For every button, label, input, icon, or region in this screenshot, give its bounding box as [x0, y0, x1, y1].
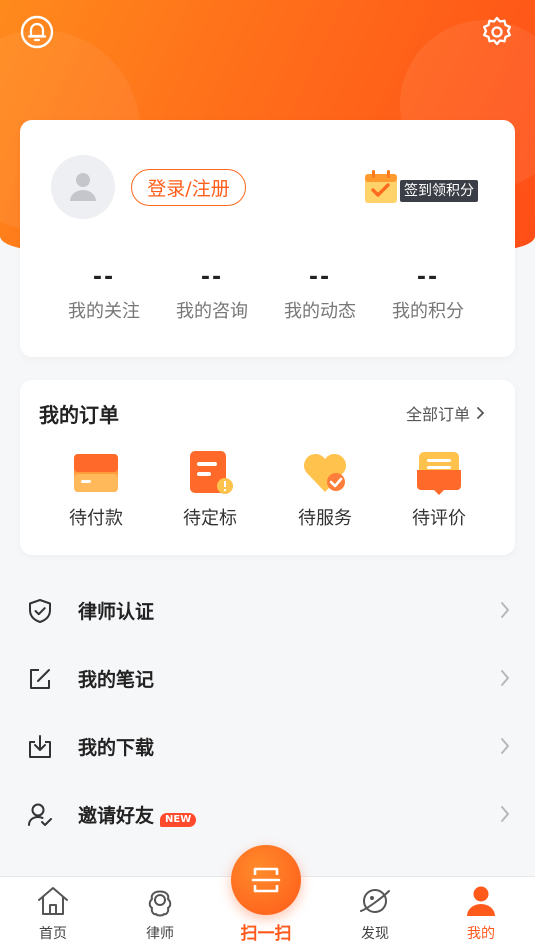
shield-check-icon [29, 599, 51, 623]
orders-title: 我的订单 [39, 403, 119, 427]
all-orders-link[interactable]: 全部订单 [406, 401, 486, 425]
stat-value: -- [200, 265, 224, 290]
scan-button[interactable] [231, 845, 301, 915]
chevron-right-icon [501, 602, 510, 618]
stat-value: -- [416, 265, 440, 290]
stat-label: 我的咨询 [176, 301, 248, 322]
edit-icon [30, 669, 50, 689]
order-pending-bid[interactable]: 待定标 [160, 450, 260, 530]
login-register-button[interactable]: 登录/注册 [131, 169, 246, 206]
planet-icon [360, 889, 390, 913]
download-icon [29, 735, 51, 758]
stat-value: -- [308, 265, 332, 290]
menu-lawyer-certification[interactable]: 律师认证 [0, 587, 535, 655]
menu-my-downloads[interactable]: 我的下载 [0, 723, 535, 791]
avatar[interactable] [51, 155, 115, 219]
order-item-label: 待评价 [412, 508, 466, 529]
menu-item-label: 邀请好友 [78, 805, 155, 827]
chevron-right-icon [501, 738, 510, 754]
person-icon [70, 173, 96, 201]
calendar-check-icon [365, 170, 397, 203]
stats-row: -- 我的关注 -- 我的咨询 -- 我的动态 -- 我的积分 [20, 263, 515, 323]
chevron-right-icon [501, 806, 510, 822]
menu-item-label: 我的下载 [78, 737, 155, 759]
all-orders-label: 全部订单 [406, 405, 471, 424]
person-icon [467, 886, 495, 916]
orders-card: 我的订单 全部订单 待付款 待定标 待服务 待评价 [20, 380, 515, 555]
order-item-label: 待服务 [298, 508, 352, 529]
tab-lawyer[interactable]: 律师 [120, 885, 200, 943]
order-item-label: 待定标 [183, 508, 237, 529]
tab-mine[interactable]: 我的 [441, 885, 521, 943]
menu-list: 律师认证 我的笔记 我的下载 邀请好友 NEW [0, 587, 535, 859]
stat-activity[interactable]: -- 我的动态 [266, 263, 374, 323]
order-pending-review[interactable]: 待评价 [389, 450, 489, 530]
stat-consult[interactable]: -- 我的咨询 [158, 263, 266, 323]
bell-icon[interactable] [19, 14, 55, 50]
tab-label: 发现 [361, 926, 389, 942]
invite-user-icon [28, 803, 52, 826]
lawyer-icon [148, 890, 172, 917]
tab-home[interactable]: 首页 [13, 885, 93, 943]
order-pending-payment[interactable]: 待付款 [46, 450, 146, 530]
profile-card: 登录/注册 签到领积分 -- 我的关注 -- 我的咨询 -- 我的动态 -- 我… [20, 120, 515, 357]
home-icon [38, 887, 68, 915]
chevron-right-icon [477, 407, 485, 419]
heart-check-icon [303, 453, 347, 492]
chevron-right-icon [501, 670, 510, 686]
menu-item-label: 律师认证 [78, 601, 155, 623]
stat-label: 我的关注 [68, 301, 140, 322]
stat-follow[interactable]: -- 我的关注 [50, 263, 158, 323]
stat-points[interactable]: -- 我的积分 [374, 263, 482, 323]
order-item-label: 待付款 [69, 508, 123, 529]
scan-label[interactable]: 扫一扫 [226, 919, 306, 944]
gear-icon[interactable] [479, 14, 515, 50]
stat-label: 我的积分 [392, 301, 464, 322]
stat-label: 我的动态 [284, 301, 356, 322]
stat-value: -- [92, 265, 116, 290]
tab-label: 首页 [39, 926, 67, 942]
tab-label: 律师 [146, 926, 174, 942]
signin-points-button[interactable]: 签到领积分 [363, 167, 487, 207]
new-badge: NEW [160, 813, 197, 827]
tab-discover[interactable]: 发现 [335, 885, 415, 943]
document-icon [190, 451, 233, 494]
comment-icon [417, 452, 461, 495]
menu-item-label: 我的笔记 [78, 669, 155, 691]
tab-label: 我的 [467, 926, 495, 942]
order-pending-service[interactable]: 待服务 [275, 450, 375, 530]
signin-label: 签到领积分 [400, 180, 478, 202]
wallet-icon [74, 454, 118, 492]
scan-icon [251, 867, 281, 893]
menu-my-notes[interactable]: 我的笔记 [0, 655, 535, 723]
